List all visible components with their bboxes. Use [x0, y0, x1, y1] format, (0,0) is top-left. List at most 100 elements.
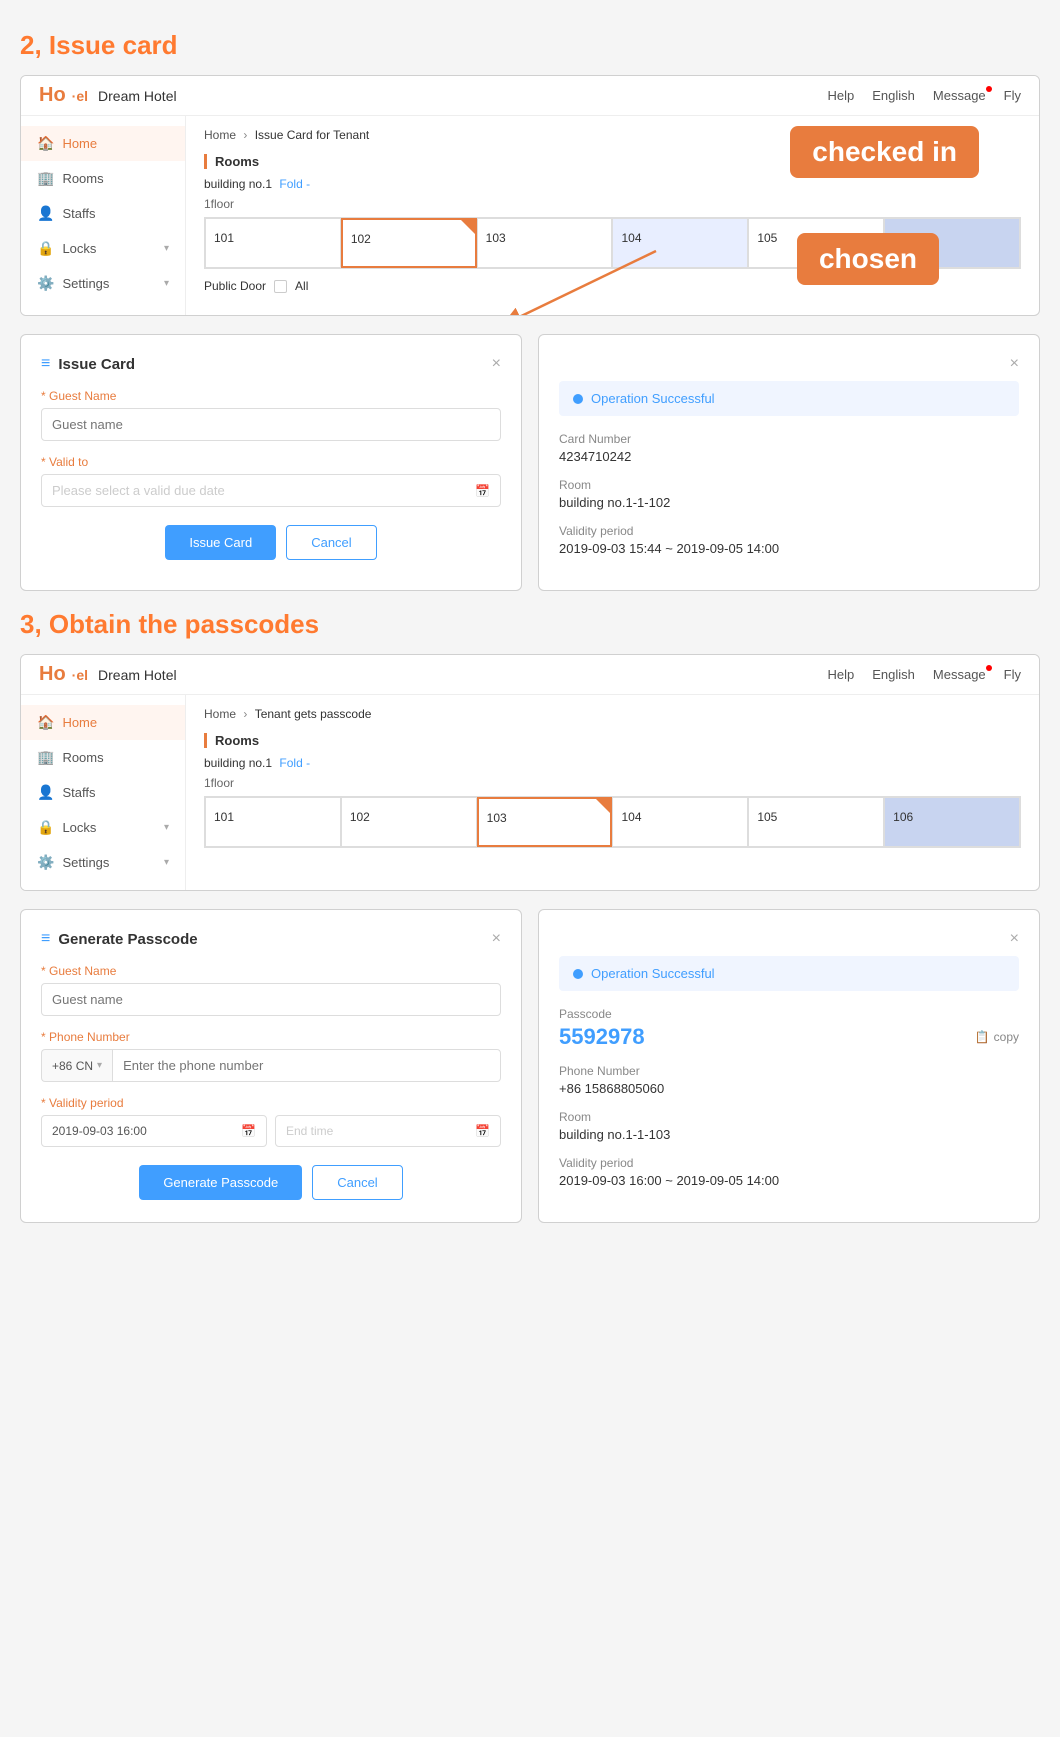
- all-checkbox[interactable]: [274, 280, 287, 293]
- room-102[interactable]: 102: [341, 218, 477, 268]
- nav-help[interactable]: Help: [828, 88, 855, 103]
- room2-101[interactable]: 101: [205, 797, 341, 847]
- card-number-row: Card Number 4234710242: [559, 432, 1019, 464]
- nav-fly[interactable]: Fly: [1004, 88, 1021, 103]
- sidebar2-item-settings[interactable]: ⚙️ Settings ▾: [21, 845, 185, 880]
- dialog-success2-close[interactable]: ×: [1010, 930, 1019, 948]
- all-label: All: [295, 279, 308, 293]
- room2-104[interactable]: 104: [612, 797, 748, 847]
- copy-icon: 📋: [975, 1030, 990, 1044]
- bc-home[interactable]: Home: [204, 128, 236, 142]
- nav-help-2[interactable]: Help: [828, 667, 855, 682]
- room2-102[interactable]: 102: [341, 797, 477, 847]
- valid-to-placeholder: Please select a valid due date: [52, 483, 225, 498]
- validity-label-2: Validity period: [559, 1156, 1019, 1170]
- dialog-success1-close[interactable]: ×: [1010, 355, 1019, 373]
- phone-prefix[interactable]: +86 CN ▾: [41, 1049, 112, 1082]
- main-content-2: Home › Tenant gets passcode Rooms buildi…: [186, 695, 1039, 890]
- sidebar2-item-rooms[interactable]: 🏢 Rooms: [21, 740, 185, 775]
- browser-panel-1: Ho ·el Dream Hotel Help English Message …: [20, 75, 1040, 316]
- sidebar-home-label: Home: [62, 136, 97, 151]
- locks-icon: 🔒: [37, 240, 54, 257]
- sidebar2-staffs-label: Staffs: [62, 785, 95, 800]
- valid-to-field: Valid to Please select a valid due date …: [41, 455, 501, 507]
- dialog-issue-header: ≡ Issue Card ×: [41, 355, 501, 373]
- browser-header-2: Ho ·el Dream Hotel Help English Message …: [21, 655, 1039, 695]
- phone-input[interactable]: [112, 1049, 501, 1082]
- sidebar2-home-label: Home: [62, 715, 97, 730]
- sidebar-item-locks[interactable]: 🔒 Locks ▾: [21, 231, 185, 266]
- browser-nav: Help English Message Fly: [828, 88, 1021, 103]
- guest-name-field: Guest Name: [41, 389, 501, 441]
- room-value-1: building no.1-1-102: [559, 495, 1019, 510]
- nav-fly-2[interactable]: Fly: [1004, 667, 1021, 682]
- phone-row: +86 CN ▾: [41, 1049, 501, 1082]
- copy-label: copy: [994, 1030, 1019, 1044]
- issue-btn-row: Issue Card Cancel: [41, 525, 501, 560]
- sidebar2-item-staffs[interactable]: 👤 Staffs: [21, 775, 185, 810]
- generate-passcode-button[interactable]: Generate Passcode: [139, 1165, 302, 1200]
- validity-value-1: 2019-09-03 15:44 ~ 2019-09-05 14:00: [559, 541, 1019, 556]
- gen-cancel-button[interactable]: Cancel: [312, 1165, 402, 1200]
- room-label-1: Room: [559, 478, 1019, 492]
- gen-guest-name-input[interactable]: [41, 983, 501, 1016]
- phone-prefix-chevron: ▾: [97, 1060, 102, 1071]
- end-time-placeholder: End time: [286, 1124, 333, 1138]
- passcode-copy-row: 5592978 📋 copy: [559, 1024, 1019, 1050]
- logo-icon-2: Ho: [39, 663, 66, 686]
- copy-button[interactable]: 📋 copy: [975, 1030, 1019, 1044]
- phone-label: Phone Number: [41, 1030, 501, 1044]
- success-header-1: Operation Successful: [559, 381, 1019, 416]
- sidebar-settings-label: Settings: [62, 276, 109, 291]
- start-time-input[interactable]: 2019-09-03 16:00 📅: [41, 1115, 267, 1147]
- browser-header-1: Ho ·el Dream Hotel Help English Message …: [21, 76, 1039, 116]
- sidebar-item-home[interactable]: 🏠 Home: [21, 126, 185, 161]
- dialog-generate-header: ≡ Generate Passcode ×: [41, 930, 501, 948]
- nav-message[interactable]: Message: [933, 88, 986, 103]
- sidebar2-item-locks[interactable]: 🔒 Locks ▾: [21, 810, 185, 845]
- issue-cancel-button[interactable]: Cancel: [286, 525, 376, 560]
- public-door-label: Public Door: [204, 279, 266, 293]
- nav-english[interactable]: English: [872, 88, 915, 103]
- success-dot-1: [573, 394, 583, 404]
- success-text-2: Operation Successful: [591, 966, 715, 981]
- browser-nav-2: Help English Message Fly: [828, 667, 1021, 682]
- end-time-input[interactable]: End time 📅: [275, 1115, 501, 1147]
- section3-title: 3, Obtain the passcodes: [20, 609, 1040, 640]
- dialog-issue-close[interactable]: ×: [492, 355, 501, 373]
- nav-english-2[interactable]: English: [872, 667, 915, 682]
- valid-to-input[interactable]: Please select a valid due date 📅: [41, 474, 501, 507]
- dialog-row-2: ≡ Issue Card × Guest Name Valid to Pleas…: [20, 334, 1040, 591]
- room-label-2: Room: [559, 1110, 1019, 1124]
- sidebar-item-rooms[interactable]: 🏢 Rooms: [21, 161, 185, 196]
- fold-link-2[interactable]: Fold -: [279, 756, 310, 770]
- bc-home-2[interactable]: Home: [204, 707, 236, 721]
- home-icon-2: 🏠: [37, 714, 54, 731]
- sidebar2-item-home[interactable]: 🏠 Home: [21, 705, 185, 740]
- room2-106[interactable]: 106: [884, 797, 1020, 847]
- bc-current: Issue Card for Tenant: [255, 128, 370, 142]
- validity-row-1: Validity period 2019-09-03 15:44 ~ 2019-…: [559, 524, 1019, 556]
- building-name-2: building no.1: [204, 756, 272, 770]
- building-row: building no.1 Fold -: [204, 177, 1021, 191]
- settings-icon-2: ⚙️: [37, 854, 54, 871]
- room-101[interactable]: 101: [205, 218, 341, 268]
- nav-message-2[interactable]: Message: [933, 667, 986, 682]
- dialog-card-icon: ≡: [41, 355, 50, 373]
- dialog-row-3: ≡ Generate Passcode × Guest Name Phone N…: [20, 909, 1040, 1223]
- room-103[interactable]: 103: [477, 218, 613, 268]
- room-104[interactable]: 104: [612, 218, 748, 268]
- room2-103[interactable]: 103: [477, 797, 613, 847]
- browser-panel-2: Ho ·el Dream Hotel Help English Message …: [20, 654, 1040, 891]
- room2-105[interactable]: 105: [748, 797, 884, 847]
- bubble-chosen: chosen: [797, 233, 939, 285]
- phone-prefix-text: +86 CN: [52, 1059, 93, 1073]
- issue-card-button[interactable]: Issue Card: [165, 525, 276, 560]
- sidebar-item-staffs[interactable]: 👤 Staffs: [21, 196, 185, 231]
- dialog-gen-close[interactable]: ×: [492, 930, 501, 948]
- fold-link[interactable]: Fold -: [279, 177, 310, 191]
- settings-icon: ⚙️: [37, 275, 54, 292]
- gen-guest-name-field: Guest Name: [41, 964, 501, 1016]
- guest-name-input[interactable]: [41, 408, 501, 441]
- sidebar-item-settings[interactable]: ⚙️ Settings ▾: [21, 266, 185, 301]
